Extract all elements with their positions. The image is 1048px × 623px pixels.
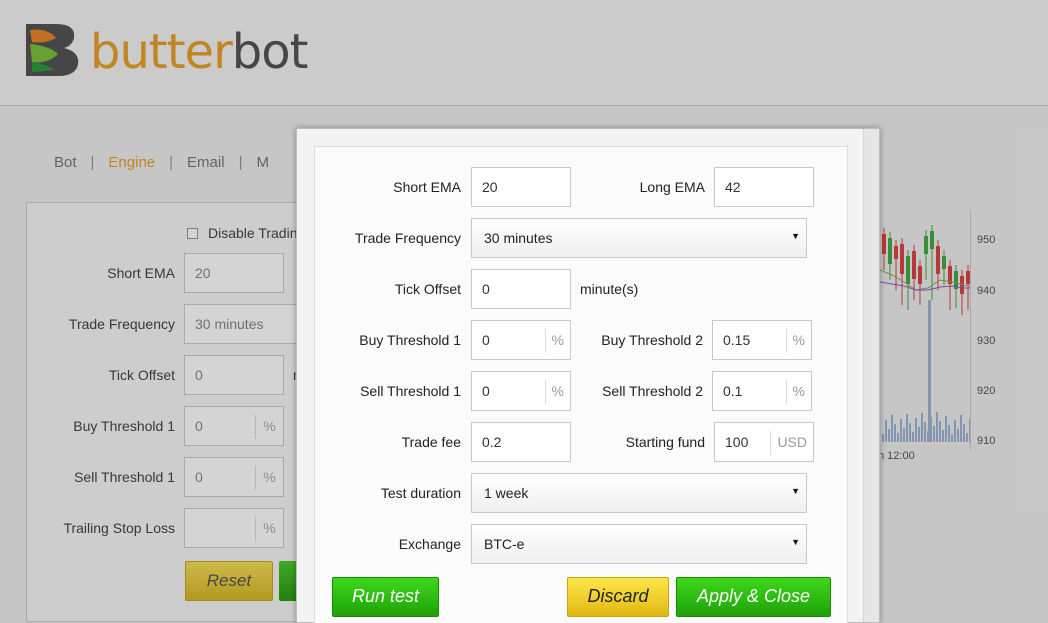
row-fee-fund: Trade fee 0.2 Starting fund 100 USD — [315, 422, 849, 462]
row-sell-threshold: Sell Threshold 1 0% Sell Threshold 2 0.1… — [315, 371, 849, 411]
dropdown-arrow-icon: ▼ — [791, 537, 800, 547]
trade-frequency-select[interactable]: 30 minutes ▼ — [471, 218, 807, 258]
sell-threshold-2-label: Sell Threshold 2 — [602, 383, 703, 399]
dropdown-arrow-icon: ▼ — [791, 231, 800, 241]
exchange-select[interactable]: BTC-e ▼ — [471, 524, 807, 564]
tick-offset-label: Tick Offset — [394, 281, 461, 297]
trade-frequency-label: Trade Frequency — [354, 230, 461, 246]
row-buy-threshold: Buy Threshold 1 0% Buy Threshold 2 0.15% — [315, 320, 849, 360]
row-trade-frequency: Trade Frequency 30 minutes ▼ — [315, 218, 849, 258]
trade-fee-label: Trade fee — [401, 434, 461, 450]
sell-threshold-1-label: Sell Threshold 1 — [360, 383, 461, 399]
long-ema-input[interactable]: 42 — [714, 167, 814, 207]
buy-threshold-2-input[interactable]: 0.15% — [712, 320, 812, 360]
percent-unit: % — [544, 380, 570, 404]
long-ema-label: Long EMA — [639, 179, 705, 195]
sell-threshold-2-input[interactable]: 0.1% — [712, 371, 812, 411]
row-tick-offset: Tick Offset 0 minute(s) — [315, 269, 849, 309]
sell-threshold-1-input[interactable]: 0% — [471, 371, 571, 411]
dialog-form: Short EMA 20 Long EMA 42 Trade Frequency… — [314, 146, 848, 623]
short-ema-label: Short EMA — [393, 179, 461, 195]
apply-close-button[interactable]: Apply & Close — [676, 577, 831, 617]
short-ema-input[interactable]: 20 — [471, 167, 571, 207]
starting-fund-input[interactable]: 100 USD — [714, 422, 814, 462]
trade-fee-input[interactable]: 0.2 — [471, 422, 571, 462]
test-duration-label: Test duration — [380, 485, 461, 501]
run-test-button[interactable]: Run test — [332, 577, 439, 617]
currency-unit: USD — [770, 431, 813, 455]
discard-button[interactable]: Discard — [567, 577, 669, 617]
buy-threshold-1-input[interactable]: 0% — [471, 320, 571, 360]
percent-unit: % — [544, 329, 570, 353]
backtest-settings-dialog: Short EMA 20 Long EMA 42 Trade Frequency… — [296, 128, 880, 623]
buy-threshold-1-label: Buy Threshold 1 — [359, 332, 461, 348]
row-test-duration: Test duration 1 week ▼ — [315, 473, 849, 513]
percent-unit: % — [785, 329, 811, 353]
dialog-scrollbar[interactable] — [863, 129, 879, 622]
starting-fund-label: Starting fund — [625, 434, 705, 450]
exchange-label: Exchange — [398, 536, 461, 552]
percent-unit: % — [785, 380, 811, 404]
tick-offset-unit: minute(s) — [580, 281, 639, 297]
row-ema: Short EMA 20 Long EMA 42 — [315, 167, 849, 207]
buy-threshold-2-label: Buy Threshold 2 — [601, 332, 703, 348]
dropdown-arrow-icon: ▼ — [791, 486, 800, 496]
row-exchange: Exchange BTC-e ▼ — [315, 524, 849, 564]
test-duration-select[interactable]: 1 week ▼ — [471, 473, 807, 513]
tick-offset-input[interactable]: 0 — [471, 269, 571, 309]
